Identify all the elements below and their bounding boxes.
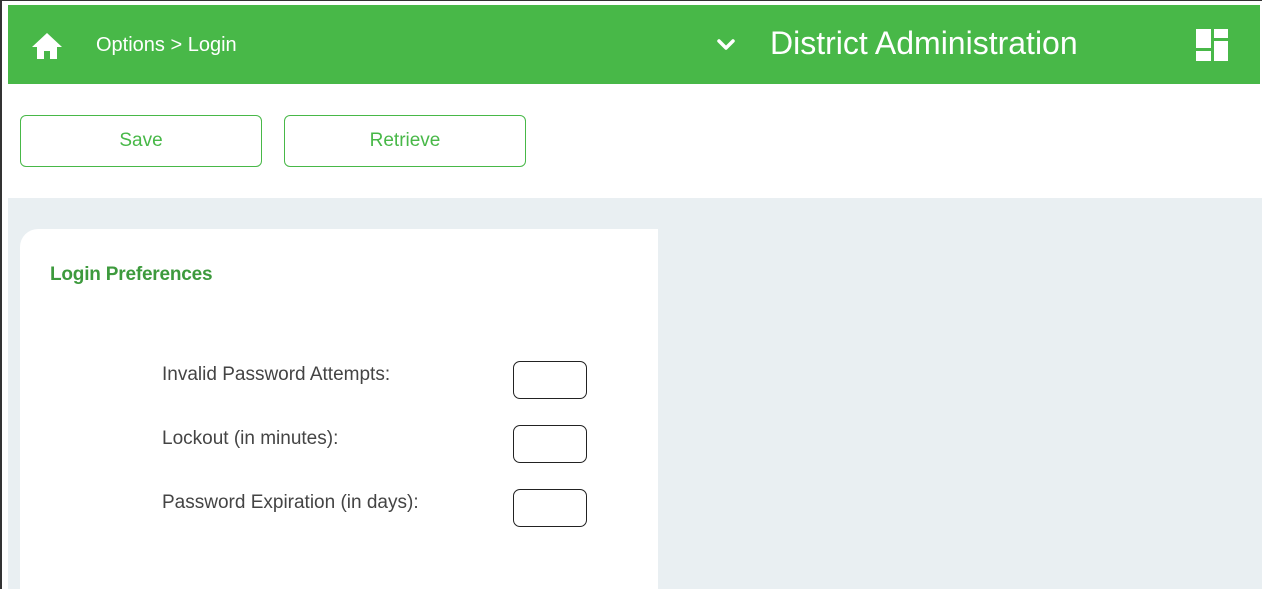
invalid-password-attempts-input[interactable] — [513, 361, 587, 399]
save-button[interactable]: Save — [20, 115, 262, 167]
login-preferences-panel: Login Preferences Invalid Password Attem… — [20, 229, 658, 589]
top-bar: Options > Login District Administration — [8, 5, 1260, 84]
lockout-minutes-input[interactable] — [513, 425, 587, 463]
password-expiration-input[interactable] — [513, 489, 587, 527]
grid-icon[interactable] — [1194, 27, 1230, 63]
password-expiration-label: Password Expiration (in days): — [162, 492, 419, 513]
toolbar: Save Retrieve — [8, 84, 1262, 198]
content-area: Login Preferences Invalid Password Attem… — [8, 198, 1262, 589]
chevron-down-icon[interactable] — [715, 35, 737, 55]
app-window: Options > Login District Administration … — [0, 0, 1262, 589]
retrieve-button[interactable]: Retrieve — [284, 115, 526, 167]
home-icon[interactable] — [30, 31, 64, 61]
breadcrumb: Options > Login — [96, 34, 237, 56]
lockout-minutes-label: Lockout (in minutes): — [162, 428, 339, 449]
panel-title: Login Preferences — [50, 264, 213, 285]
app-title[interactable]: District Administration — [770, 23, 1078, 63]
invalid-password-attempts-label: Invalid Password Attempts: — [162, 364, 391, 385]
